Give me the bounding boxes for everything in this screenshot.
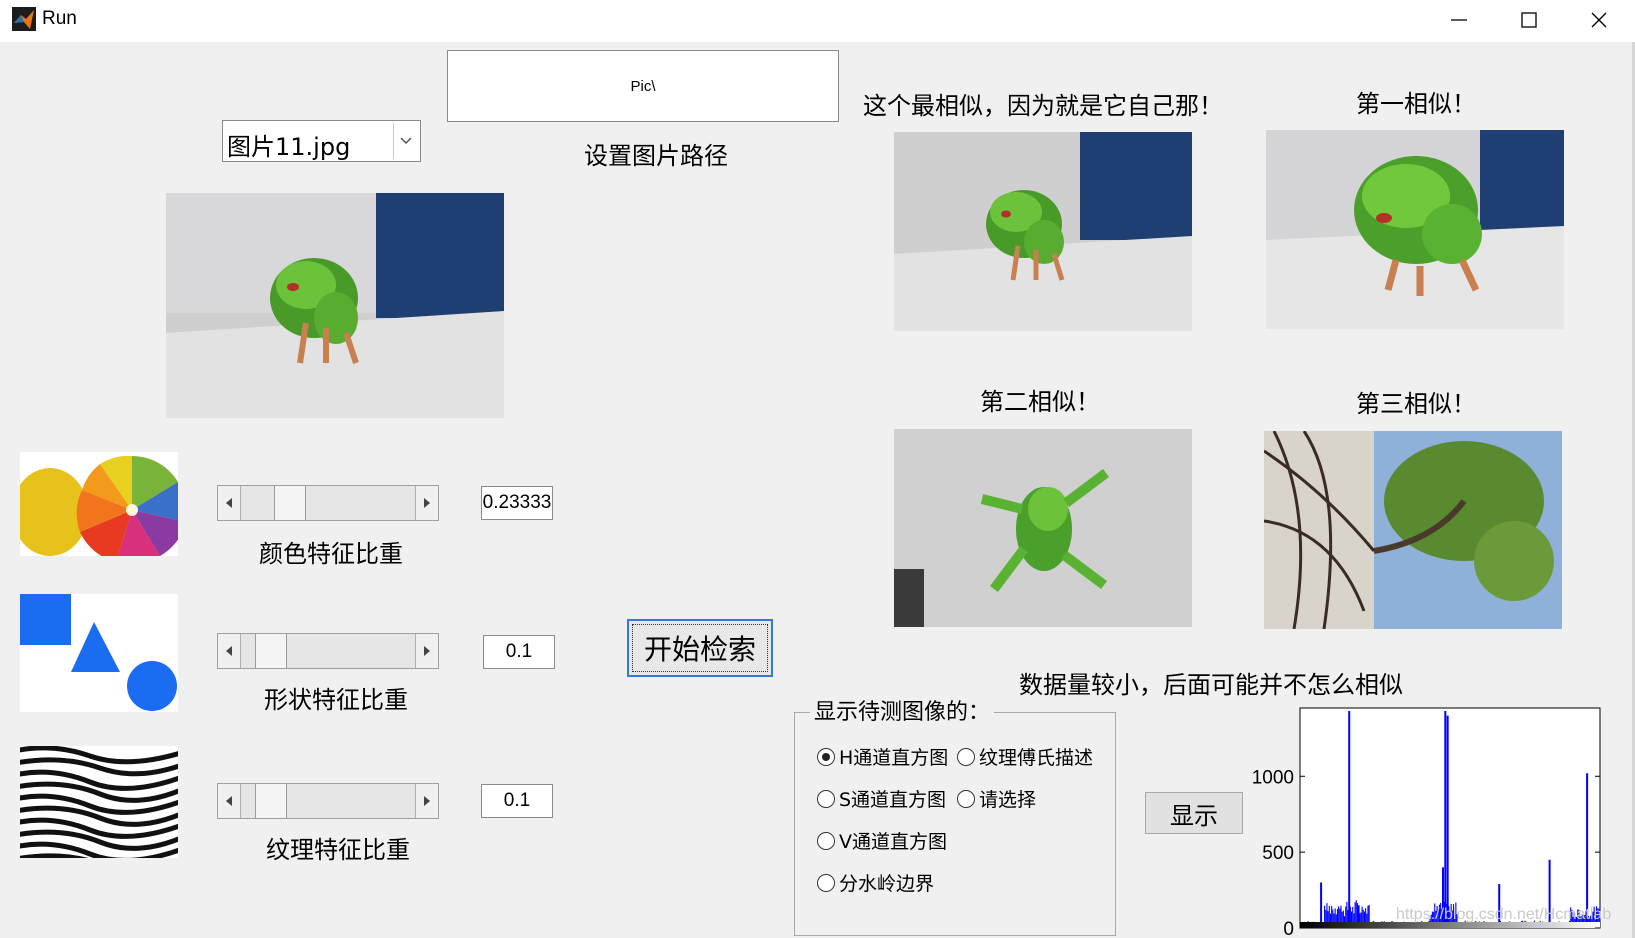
histogram-chart: 0 500 1000 — [1252, 707, 1601, 936]
radio-button[interactable] — [817, 873, 835, 892]
color-wheel-image — [20, 452, 178, 556]
radio-button[interactable] — [817, 789, 835, 808]
radio-label: H通道直方图 — [839, 747, 949, 769]
query-image — [166, 193, 504, 418]
path-label: 设置图片路径 — [584, 142, 728, 170]
show-button[interactable]: 显示 — [1145, 792, 1243, 834]
color-weight-slider[interactable] — [217, 485, 439, 521]
maximize-button[interactable] — [1494, 0, 1564, 40]
search-button[interactable]: 开始检索 — [627, 619, 773, 677]
radio-h-histogram[interactable]: H通道直方图 — [817, 743, 948, 770]
second-match-image — [894, 429, 1192, 627]
image-select[interactable]: 图片11.jpg — [222, 120, 421, 162]
shape-weight-slider[interactable] — [217, 633, 439, 669]
radio-v-histogram[interactable]: V通道直方图 — [817, 827, 947, 854]
slider-right-icon[interactable] — [415, 784, 438, 818]
radio-label: V通道直方图 — [839, 831, 947, 853]
plot-area — [1299, 707, 1601, 929]
radio-button[interactable] — [957, 789, 975, 808]
radio-button[interactable] — [817, 747, 835, 766]
radio-watershed[interactable]: 分水岭边界 — [817, 869, 934, 896]
minimize-icon — [1451, 19, 1467, 21]
slider-right-icon[interactable] — [415, 486, 438, 520]
first-match-caption: 第一相似！ — [1356, 90, 1476, 118]
color-weight-value[interactable]: 0.23333 — [481, 486, 553, 520]
slider-right-icon[interactable] — [415, 634, 438, 668]
title-bar — [0, 0, 1635, 42]
texture-weight-slider[interactable] — [217, 783, 439, 819]
color-weight-label: 颜色特征比重 — [259, 540, 403, 568]
path-input[interactable]: Pic\ — [447, 50, 839, 122]
best-match-image — [894, 132, 1192, 331]
radio-label: 纹理傅氏描述 — [979, 747, 1094, 769]
image-select-value: 图片11.jpg — [227, 133, 351, 161]
slider-thumb[interactable] — [254, 634, 287, 668]
slider-thumb[interactable] — [254, 784, 287, 818]
second-match-caption: 第二相似！ — [980, 388, 1100, 416]
radio-button[interactable] — [817, 831, 835, 850]
radio-button[interactable] — [957, 747, 975, 766]
y-tick-label: 500 — [1262, 843, 1294, 864]
window-title: Run — [42, 8, 77, 29]
radio-s-histogram[interactable]: S通道直方图 — [817, 785, 946, 812]
texture-weight-value[interactable]: 0.1 — [481, 784, 553, 818]
radio-label: 分水岭边界 — [839, 873, 935, 895]
close-button[interactable] — [1564, 0, 1634, 40]
third-match-caption: 第三相似！ — [1356, 390, 1476, 418]
chevron-down-icon[interactable] — [393, 123, 418, 159]
minimize-button[interactable] — [1424, 0, 1494, 40]
first-match-image — [1266, 130, 1564, 329]
close-icon — [1591, 12, 1607, 28]
slider-left-icon[interactable] — [218, 486, 241, 520]
matlab-icon — [12, 7, 36, 31]
maximize-icon — [1521, 12, 1537, 28]
shape-weight-label: 形状特征比重 — [264, 686, 408, 714]
watermark-text: https://blog.csdn.net/Hcmatlab — [1396, 906, 1612, 923]
radio-please-select[interactable]: 请选择 — [957, 785, 1036, 812]
data-note: 数据量较小，后面可能并不怎么相似 — [1019, 671, 1403, 699]
slider-left-icon[interactable] — [218, 784, 241, 818]
texture-weight-label: 纹理特征比重 — [266, 836, 410, 864]
third-match-image — [1264, 431, 1562, 629]
best-match-caption: 这个最相似，因为就是它自己那！ — [863, 92, 1223, 120]
y-tick-label: 0 — [1283, 919, 1294, 936]
shapes-image — [20, 594, 178, 712]
y-tick-label: 1000 — [1252, 767, 1294, 788]
slider-left-icon[interactable] — [218, 634, 241, 668]
display-group-title: 显示待测图像的： — [810, 694, 995, 726]
radio-texture-fourier[interactable]: 纹理傅氏描述 — [957, 743, 1093, 770]
radio-label: S通道直方图 — [839, 789, 947, 811]
shape-weight-value[interactable]: 0.1 — [483, 635, 555, 669]
slider-thumb[interactable] — [274, 486, 307, 520]
zebra-texture-image — [20, 746, 178, 858]
radio-label: 请选择 — [979, 789, 1037, 811]
